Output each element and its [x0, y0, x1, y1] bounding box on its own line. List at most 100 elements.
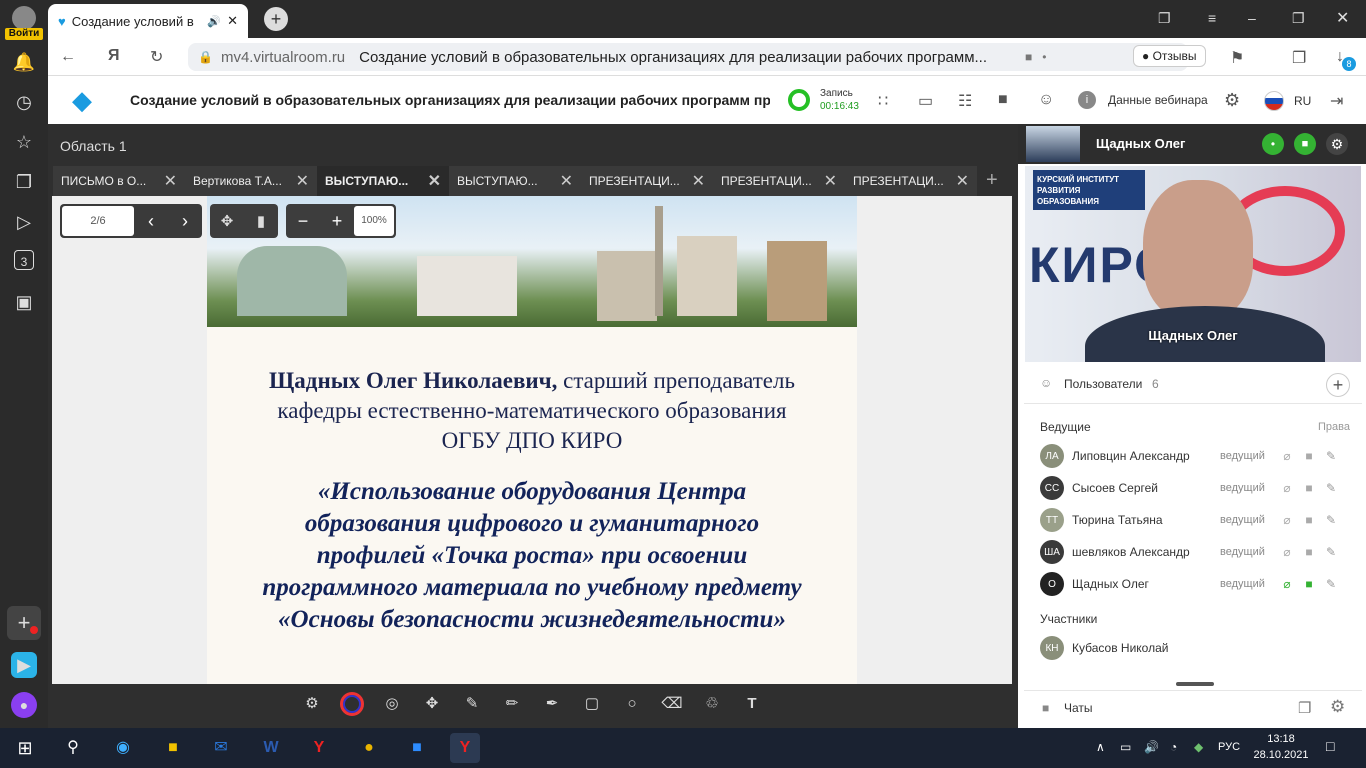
bell-icon[interactable]: 🔔 — [12, 50, 36, 74]
chat-settings-icon[interactable]: ⚙ — [1330, 697, 1345, 717]
menu-icon[interactable]: ≡ — [1208, 10, 1216, 26]
doc-tab[interactable]: ПРЕЗЕНТАЦИ... ✕ — [713, 166, 845, 196]
edit-rights-icon[interactable]: ✎ — [1320, 545, 1342, 559]
user-avatar-icon[interactable] — [12, 6, 36, 30]
camera-off-icon[interactable]: ■ — [1298, 481, 1320, 495]
volume-icon[interactable]: 🔊 — [1144, 740, 1159, 754]
zoom-out-icon[interactable]: − — [286, 211, 320, 232]
url-field[interactable]: 🔒 mv4.virtualroom.ru Создание условий в … — [188, 43, 1188, 71]
resize-handle[interactable] — [1176, 682, 1214, 686]
brush-icon[interactable]: ✎ — [460, 692, 484, 716]
star-icon[interactable]: ☆ — [12, 130, 36, 154]
zoom-in-icon[interactable]: + — [320, 211, 354, 232]
user-settings-icon[interactable]: ☺ — [1038, 91, 1054, 109]
play-icon[interactable]: ▷ — [12, 210, 36, 234]
close-icon[interactable]: ✕ — [296, 171, 309, 191]
screen-share-icon[interactable]: ▭ — [918, 91, 933, 111]
camera-off-icon[interactable]: ■ — [1298, 513, 1320, 527]
flag-ru-icon[interactable] — [1264, 91, 1284, 111]
record-indicator-icon[interactable] — [788, 89, 810, 111]
new-tab-button[interactable]: + — [264, 7, 288, 31]
doc-tab[interactable]: ПРЕЗЕНТАЦИ... ✕ — [845, 166, 977, 196]
browser-tab[interactable]: ♥ Создание условий в 🔊 ✕ — [48, 4, 248, 38]
search-icon[interactable]: ⚲ — [58, 733, 88, 763]
yandex-browser-active-icon[interactable]: Y — [450, 733, 480, 763]
host-row[interactable]: СС Сысоев Сергей ведущий ⌀ ■ ✎ — [1040, 474, 1360, 502]
document-icon[interactable]: ☷ — [958, 91, 972, 111]
pointer-icon[interactable]: ◎ — [380, 692, 404, 716]
close-icon[interactable]: ✕ — [956, 171, 969, 191]
move-icon[interactable]: ✥ — [420, 692, 444, 716]
tray-chevron-icon[interactable]: ∧ — [1096, 740, 1105, 754]
bookmark-icon[interactable]: ⚑ — [1230, 48, 1244, 68]
next-page-icon[interactable]: › — [168, 211, 202, 232]
camera-off-icon[interactable]: ■ — [1298, 449, 1320, 463]
fit-width-icon[interactable]: ▮ — [244, 212, 278, 230]
mic-off-icon[interactable]: ⌀ — [1276, 481, 1298, 495]
doc-tab[interactable]: ПИСЬМО в О... ✕ — [53, 166, 185, 196]
history-icon[interactable]: ◷ — [12, 90, 36, 114]
windows-start-icon[interactable]: ⊞ — [10, 733, 40, 763]
pen-icon[interactable]: ✒ — [540, 692, 564, 716]
fit-icon[interactable]: ✥ — [210, 212, 244, 230]
eraser-icon[interactable]: ⌫ — [660, 692, 684, 716]
close-window-icon[interactable]: ✕ — [1336, 8, 1349, 28]
doc-tab-active[interactable]: ВЫСТУПАЮ... ✕ — [317, 166, 449, 196]
messenger-icon[interactable]: ▶ — [11, 652, 37, 678]
screenshot-icon[interactable]: ▣ — [12, 290, 36, 314]
battery-icon[interactable]: ▭ — [1120, 740, 1131, 754]
folder-icon[interactable]: ■ — [998, 91, 1008, 109]
add-panel-icon[interactable]: + — [7, 606, 41, 640]
speaker-icon[interactable]: 🔊 — [207, 15, 221, 28]
shape-icon[interactable]: ○ — [620, 692, 644, 716]
doc-tab[interactable]: Вертикова Т.А... ✕ — [185, 166, 317, 196]
extensions-icon[interactable]: ❐ — [1292, 48, 1306, 68]
camera-off-icon[interactable]: ■ — [1298, 545, 1320, 559]
host-row[interactable]: ТТ Тюрина Татьяна ведущий ⌀ ■ ✎ — [1040, 506, 1360, 534]
add-tab-icon[interactable]: + — [986, 169, 998, 192]
alice-icon[interactable]: ● — [11, 692, 37, 718]
tabs-overview-icon[interactable]: ❐ — [1158, 10, 1171, 27]
edge-icon[interactable]: ◉ — [108, 733, 138, 763]
close-icon[interactable]: ✕ — [560, 171, 573, 191]
yandex-browser-icon[interactable]: Y — [304, 733, 334, 763]
back-icon[interactable]: ← — [60, 48, 76, 66]
tool-settings-icon[interactable]: ⚙ — [300, 692, 324, 716]
add-user-button[interactable]: + — [1326, 373, 1350, 397]
mic-icon[interactable]: • — [1042, 50, 1046, 64]
input-language[interactable]: РУС — [1218, 741, 1240, 753]
chrome-icon[interactable]: ● — [354, 733, 384, 763]
tabs-count-icon[interactable]: 3 — [14, 250, 34, 270]
feedback-button[interactable]: ● Отзывы — [1133, 45, 1206, 67]
close-tab-icon[interactable]: ✕ — [227, 13, 238, 29]
participant-row[interactable]: КН Кубасов Николай — [1040, 634, 1360, 662]
mic-off-icon[interactable]: ⌀ — [1276, 513, 1298, 527]
camera-on-icon[interactable]: ■ — [1298, 577, 1320, 591]
color-picker-icon[interactable] — [340, 692, 364, 716]
edit-rights-icon[interactable]: ✎ — [1320, 577, 1342, 591]
mic-off-icon[interactable]: ⌀ — [1276, 545, 1298, 559]
notifications-icon[interactable]: □ — [1326, 738, 1334, 754]
exit-icon[interactable]: ⇥ — [1330, 91, 1343, 111]
zoom-level[interactable]: 100% — [354, 206, 394, 236]
wifi-icon[interactable]: ◔ — [1170, 740, 1177, 754]
doc-tab[interactable]: ПРЕЗЕНТАЦИ... ✕ — [581, 166, 713, 196]
edit-rights-icon[interactable]: ✎ — [1320, 513, 1342, 527]
host-row[interactable]: ША шевляков Александр ведущий ⌀ ■ ✎ — [1040, 538, 1360, 566]
language-label[interactable]: RU — [1294, 94, 1311, 108]
zoom-app-icon[interactable]: ■ — [402, 733, 432, 763]
apps-grid-icon[interactable]: ∷ — [878, 91, 888, 111]
video-settings-icon[interactable]: ⚙ — [1326, 133, 1348, 155]
edit-rights-icon[interactable]: ✎ — [1320, 449, 1342, 463]
settings-gear-icon[interactable]: ⚙ — [1224, 90, 1240, 111]
yandex-icon[interactable]: Я — [108, 47, 120, 65]
minimize-icon[interactable]: – — [1248, 10, 1256, 26]
restore-icon[interactable]: ❐ — [1292, 10, 1305, 27]
new-chat-icon[interactable]: ❐ — [1298, 699, 1311, 717]
close-icon[interactable]: ✕ — [824, 171, 837, 191]
info-icon[interactable]: i — [1078, 91, 1096, 109]
camera-icon[interactable]: ■ — [1025, 50, 1032, 64]
security-icon[interactable]: ◆ — [1194, 740, 1203, 754]
reload-icon[interactable]: ↻ — [150, 47, 163, 67]
close-icon[interactable]: ✕ — [692, 171, 705, 191]
